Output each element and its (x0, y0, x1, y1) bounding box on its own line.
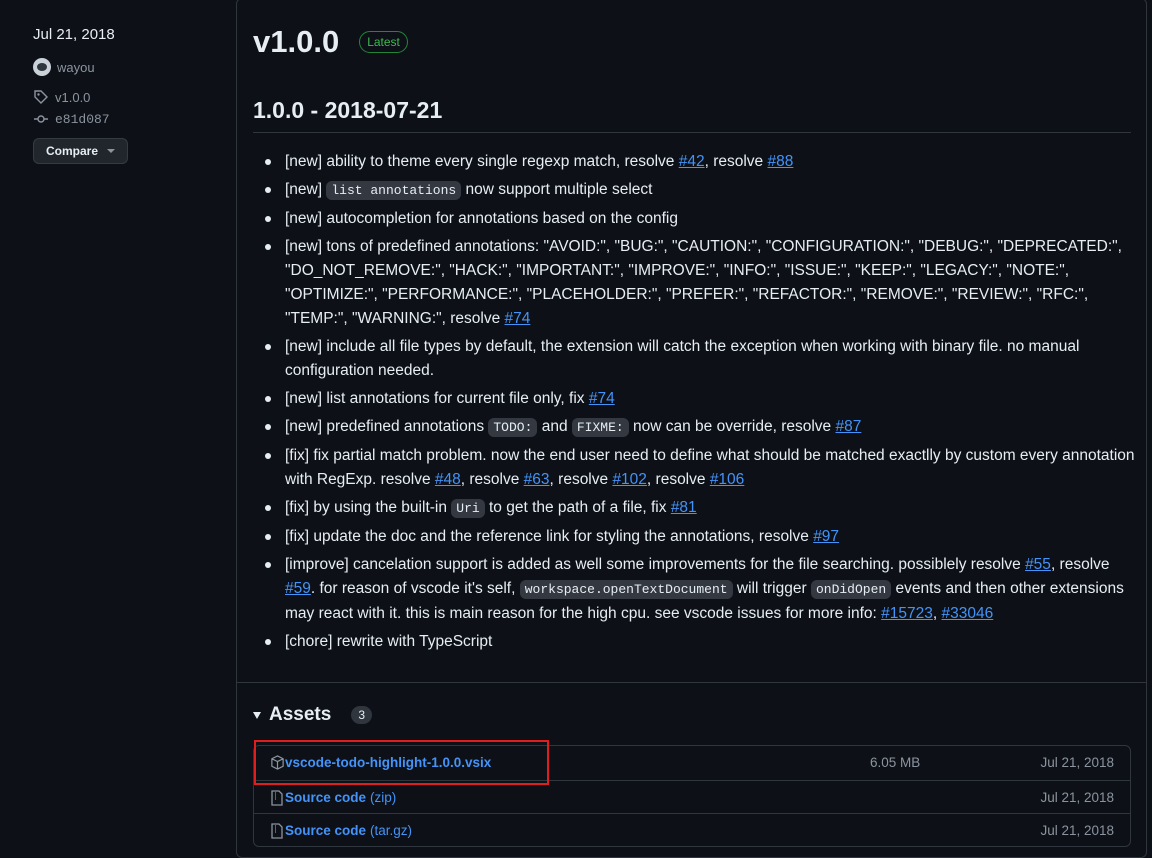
issue-link[interactable]: #33046 (942, 605, 994, 622)
note-text: now can be override, resolve (628, 418, 836, 435)
issue-link[interactable]: #63 (524, 471, 550, 488)
tag-row[interactable]: v1.0.0 (33, 89, 90, 105)
asset-date: Jul 21, 2018 (1040, 755, 1114, 770)
release-note-item: [fix] by using the built-in Uri to get t… (265, 496, 1135, 521)
release-note-item: [new] list annotations now support multi… (265, 178, 1135, 203)
note-text: [new] tons of predefined annotations: "A… (285, 238, 1122, 327)
issue-link[interactable]: #88 (767, 153, 793, 170)
note-text: [fix] update the doc and the reference l… (285, 528, 814, 545)
asset-link-zip[interactable]: Source code (zip) (285, 790, 396, 805)
release-note-item: [new] include all file types by default,… (265, 335, 1135, 383)
author-name[interactable]: wayou (57, 60, 95, 75)
inline-code: onDidOpen (810, 580, 892, 599)
release-note-item: [new] ability to theme every single rege… (265, 150, 1135, 174)
inline-code: list annotations (326, 181, 462, 200)
release-version[interactable]: v1.0.0 (253, 24, 339, 60)
compare-label: Compare (45, 144, 98, 158)
issue-link[interactable]: #74 (505, 310, 531, 327)
issue-link[interactable]: #97 (813, 528, 839, 545)
issue-link[interactable]: #48 (435, 471, 461, 488)
asset-name[interactable]: Source code (285, 790, 366, 805)
note-text: [new] list annotations for current file … (285, 390, 589, 407)
asset-link-vsix[interactable]: vscode-todo-highlight-1.0.0.vsix (285, 755, 491, 770)
issue-link[interactable]: #81 (671, 499, 697, 516)
note-text: , resolve (646, 471, 710, 488)
note-text: [new] (285, 181, 327, 198)
note-text: [improve] cancelation support is added a… (285, 556, 1026, 573)
release-sidebar: Jul 21, 2018 wayou v1.0.0 e81d087 Compar… (0, 0, 236, 847)
release-date: Jul 21, 2018 (33, 26, 115, 43)
assets-toggle[interactable]: Assets 3 (253, 704, 373, 726)
inline-code: FIXME: (571, 418, 629, 437)
note-text: will trigger (732, 580, 811, 597)
assets-count: 3 (351, 706, 373, 724)
issue-link[interactable]: #55 (1025, 556, 1051, 573)
issue-link[interactable]: #87 (835, 418, 861, 435)
note-text: [new] predefined annotations (285, 418, 489, 435)
assets-title: Assets (269, 704, 332, 725)
note-text: , resolve (1050, 556, 1110, 573)
asset-date: Jul 21, 2018 (1040, 823, 1114, 838)
asset-date: Jul 21, 2018 (1040, 790, 1114, 805)
note-text: , resolve (460, 471, 524, 488)
note-text: , (932, 605, 942, 622)
asset-name[interactable]: Source code (285, 823, 366, 838)
note-text: [new] include all file types by default,… (285, 338, 1080, 379)
release-note-item: [new] tons of predefined annotations: "A… (265, 235, 1135, 331)
file-zip-icon (269, 789, 285, 806)
tag-label[interactable]: v1.0.0 (55, 90, 90, 105)
asset-link-targz[interactable]: Source code (tar.gz) (285, 823, 412, 838)
issue-link[interactable]: #15723 (881, 605, 933, 622)
issue-link[interactable]: #74 (589, 390, 615, 407)
asset-ext[interactable]: (tar.gz) (370, 823, 412, 838)
note-text: and (537, 418, 572, 435)
issue-link[interactable]: #106 (710, 471, 744, 488)
package-icon (269, 755, 285, 770)
asset-row: Source code (tar.gz) Jul 21, 2018 (253, 813, 1131, 847)
note-text: [fix] by using the built-in (285, 499, 452, 516)
note-text: [new] ability to theme every single rege… (285, 153, 679, 170)
file-zip-icon (269, 822, 285, 839)
release-heading: 1.0.0 - 2018-07-21 (253, 97, 1131, 133)
issue-link[interactable]: #59 (285, 580, 311, 597)
release-note-item: [new] autocompletion for annotations bas… (265, 207, 1135, 231)
release-notes-list: [new] ability to theme every single rege… (265, 150, 1135, 658)
commit-row[interactable]: e81d087 (33, 111, 110, 127)
issue-link[interactable]: #42 (679, 153, 705, 170)
latest-badge: Latest (359, 31, 408, 53)
inline-code: TODO: (488, 418, 538, 437)
commit-sha[interactable]: e81d087 (55, 112, 110, 127)
release-note-item: [fix] fix partial match problem. now the… (265, 444, 1135, 492)
release-note-item: [new] list annotations for current file … (265, 387, 1135, 411)
release-note-item: [improve] cancelation support is added a… (265, 553, 1135, 626)
asset-row: vscode-todo-highlight-1.0.0.vsix 6.05 MB… (253, 746, 1131, 779)
chevron-down-icon (107, 149, 115, 153)
triangle-down-icon (253, 711, 261, 719)
issue-link[interactable]: #102 (612, 471, 646, 488)
divider (237, 682, 1146, 683)
asset-ext[interactable]: (zip) (370, 790, 396, 805)
note-text: , resolve (704, 153, 768, 170)
inline-code: workspace.openTextDocument (519, 580, 733, 599)
release-note-item: [new] predefined annotations TODO: and F… (265, 415, 1135, 440)
avatar[interactable] (33, 58, 51, 76)
asset-row: Source code (zip) Jul 21, 2018 (253, 780, 1131, 814)
note-text: [chore] rewrite with TypeScript (285, 633, 493, 650)
note-text: to get the path of a file, fix (484, 499, 671, 516)
compare-button[interactable]: Compare (33, 138, 128, 164)
note-text: now support multiple select (461, 181, 653, 198)
asset-size: 6.05 MB (870, 755, 921, 770)
note-text: [new] autocompletion for annotations bas… (285, 210, 678, 227)
author-row[interactable]: wayou (33, 58, 95, 76)
tag-icon (34, 90, 48, 104)
inline-code: Uri (451, 499, 485, 518)
release-note-item: [fix] update the doc and the reference l… (265, 525, 1135, 549)
note-text: . for reason of vscode it's self, (310, 580, 520, 597)
commit-icon (34, 115, 48, 123)
release-note-item: [chore] rewrite with TypeScript (265, 630, 1135, 654)
release-title-row: v1.0.0 Latest (253, 24, 408, 60)
note-text: , resolve (549, 471, 613, 488)
